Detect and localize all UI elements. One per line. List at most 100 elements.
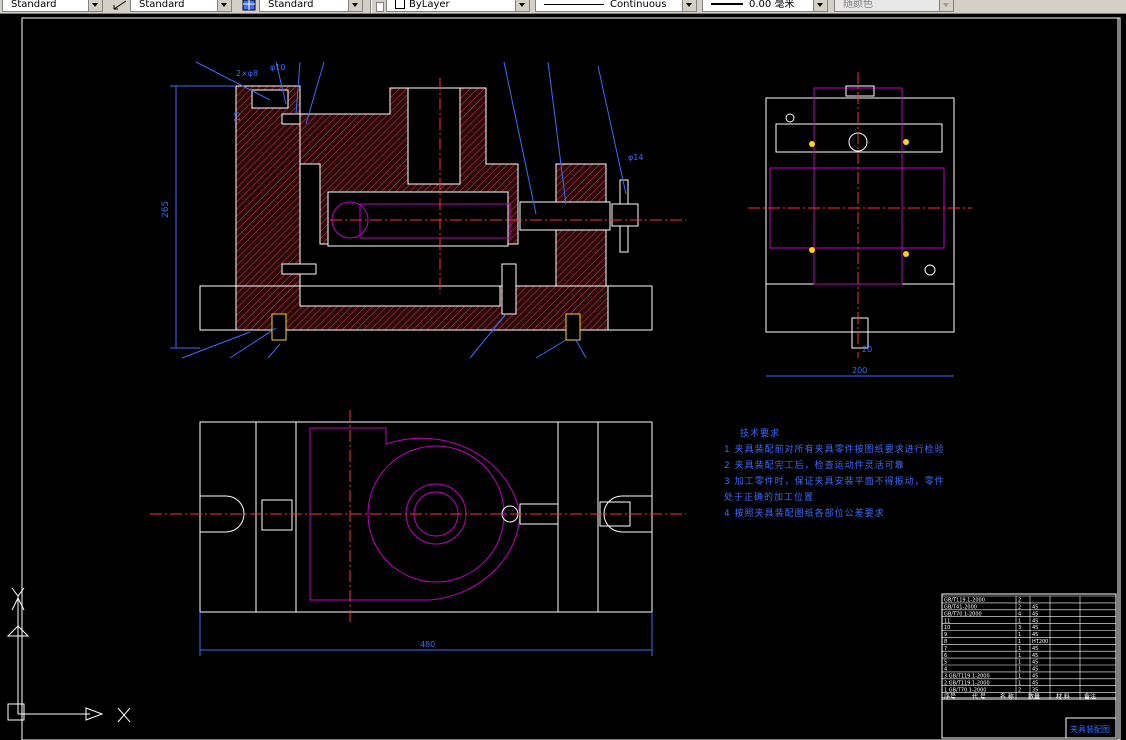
requirement-item: 4 按照夹具装配图纸各部位公差要求: [724, 509, 885, 519]
bom-cell: 11: [944, 618, 950, 624]
clamp-screw: [519, 201, 611, 231]
bom-cell: 8: [944, 639, 947, 645]
side-hole-tl: [785, 113, 795, 123]
front-view: 265 2×φ8 φ10 10 φ14: [161, 61, 686, 359]
bom-cell: 35: [1032, 687, 1038, 693]
bom-cell: 1: [1018, 660, 1021, 666]
layer-select[interactable]: ByLayer: [386, 0, 530, 12]
bom-cell: 45: [1032, 605, 1038, 611]
chevron-down-icon[interactable]: [348, 0, 362, 11]
dim-text-side: 200: [852, 366, 867, 375]
chevron-down-icon[interactable]: [217, 0, 231, 11]
color-control-icon[interactable]: [376, 2, 384, 12]
linetype-select[interactable]: Continuous: [535, 0, 697, 12]
chevron-down-icon[interactable]: [939, 0, 953, 11]
title-block: GB/T119.1-2000 2 GB/T41-2000 2 45 GB/T70.1-20…: [941, 593, 1117, 739]
locating-pin-bottom: [281, 263, 317, 275]
bom-cell: 45: [1032, 618, 1038, 624]
column-slot: [251, 89, 289, 109]
bom-cell: 45: [1032, 653, 1038, 659]
bom-cell: 1: [1018, 653, 1021, 659]
drawing-canvas[interactable]: 265 2×φ8 φ10 10 φ14 200 20 480 GB/T119.1…: [0, 14, 1126, 740]
text-style-select[interactable]: Standard: [2, 0, 103, 12]
side-pin: [851, 317, 869, 349]
bom-cell: 1: [1018, 639, 1021, 645]
properties-toolbar: Standard Standard Standard ByLayer Conti…: [0, 0, 1126, 14]
bom-cell: 45: [1032, 667, 1038, 673]
bom-cell: 1 GB/T70.1-2000: [944, 687, 986, 693]
top-locator-block: [261, 499, 293, 531]
plot-style-select[interactable]: 随颜色: [834, 0, 954, 12]
dim-text-bottom: 480: [420, 640, 435, 649]
bom-cell: 4: [944, 667, 947, 673]
chevron-down-icon[interactable]: [515, 0, 529, 11]
table-style-icon[interactable]: [241, 0, 257, 11]
lineweight-select[interactable]: 0.00 毫米: [702, 0, 828, 12]
chevron-down-icon[interactable]: [813, 0, 827, 11]
side-top-plate: [775, 123, 943, 153]
side-bolt-1: [809, 141, 815, 147]
bom-cell: 1: [1018, 618, 1021, 624]
support-pin: [501, 263, 517, 315]
bom-cell: 2: [1018, 598, 1021, 604]
bom-cell: 3: [1018, 625, 1021, 631]
dim-style-value: Standard: [139, 0, 185, 10]
bom-table: GB/T119.1-2000 2 GB/T41-2000 2 45 GB/T70.1-20…: [944, 598, 1096, 701]
bom-cell: 45: [1032, 625, 1038, 631]
bore: [407, 87, 461, 185]
bom-cell: 45: [1032, 646, 1038, 652]
dim-text-top-b: φ10: [270, 63, 285, 72]
chevron-down-icon[interactable]: [88, 0, 102, 11]
dim-text-height: 265: [161, 201, 171, 218]
linetype-sample: [544, 3, 604, 5]
bom-cell: 5: [944, 660, 947, 666]
requirement-item: 2 夹具装配完工后，检查运动件灵活可靠: [724, 461, 905, 471]
bom-header-cell: 数量: [1028, 693, 1040, 701]
dim-text-bottom-side: 20: [862, 345, 872, 354]
side-bolt-4: [903, 251, 909, 257]
bolt-left: [271, 313, 287, 341]
bolt-right: [565, 313, 581, 341]
bom-cell: 45: [1032, 611, 1038, 617]
bom-cell: GB/T119.1-2000: [944, 598, 985, 604]
chevron-down-icon[interactable]: [682, 0, 696, 11]
bom-header-cell: 名 称: [1000, 693, 1014, 701]
dim-text-top-a: 2×φ8: [236, 69, 258, 78]
bom-cell: 9: [944, 632, 947, 638]
bom-cell: 1: [1018, 646, 1021, 652]
bom-cell: 3 GB/T119.1-2000: [944, 674, 990, 680]
bom-cell: GB/T41-2000: [944, 605, 977, 611]
bom-cell: GB/T70.1-2000: [944, 611, 982, 617]
ucs-icon: [6, 587, 131, 723]
dim-style-icon[interactable]: [112, 0, 128, 11]
bom-cell: HT200: [1032, 639, 1048, 645]
drawing-name: 夹具装配图: [1070, 724, 1110, 734]
text-style-value: Standard: [11, 0, 57, 10]
bom-header-cell: 材 料: [1056, 693, 1070, 701]
side-bolt-3: [809, 247, 815, 253]
requirements-title: 技术要求: [740, 429, 781, 439]
dim-style-select[interactable]: Standard: [130, 0, 232, 12]
table-style-select[interactable]: Standard: [259, 0, 363, 12]
top-right-rail: [557, 421, 599, 613]
bom-cell: 7: [944, 646, 947, 652]
layer-value: ByLayer: [409, 0, 450, 10]
requirement-item: 1 夹具装配前对所有夹具零件按图纸要求进行检验: [724, 445, 945, 455]
bom-cell: 2: [1018, 687, 1021, 693]
bom-cell: 2 GB/T119.1-2000: [944, 680, 990, 686]
side-hole-br: [924, 264, 936, 276]
dim-text-side-a: 10: [233, 112, 242, 122]
table-style-value: Standard: [268, 0, 314, 10]
side-view: 200 20: [748, 72, 972, 377]
requirement-item: 3 加工零件时，保证夹具安装平面不得振动，零件: [724, 477, 945, 487]
bom-header-cell: 备注: [1084, 693, 1096, 701]
bom-header-cell: 序号: [944, 693, 956, 701]
bom-cell: 45: [1032, 632, 1038, 638]
dim-text-right-a: φ14: [628, 153, 643, 162]
linetype-value: Continuous: [610, 0, 667, 10]
handwheel-hub: [611, 203, 639, 227]
lineweight-sample: [711, 3, 743, 5]
bom-cell: 1: [1018, 674, 1021, 680]
cad-drawing[interactable]: 265 2×φ8 φ10 10 φ14 200 20 480 GB/T119.1…: [0, 14, 1126, 740]
bom-cell: 45: [1032, 680, 1038, 686]
